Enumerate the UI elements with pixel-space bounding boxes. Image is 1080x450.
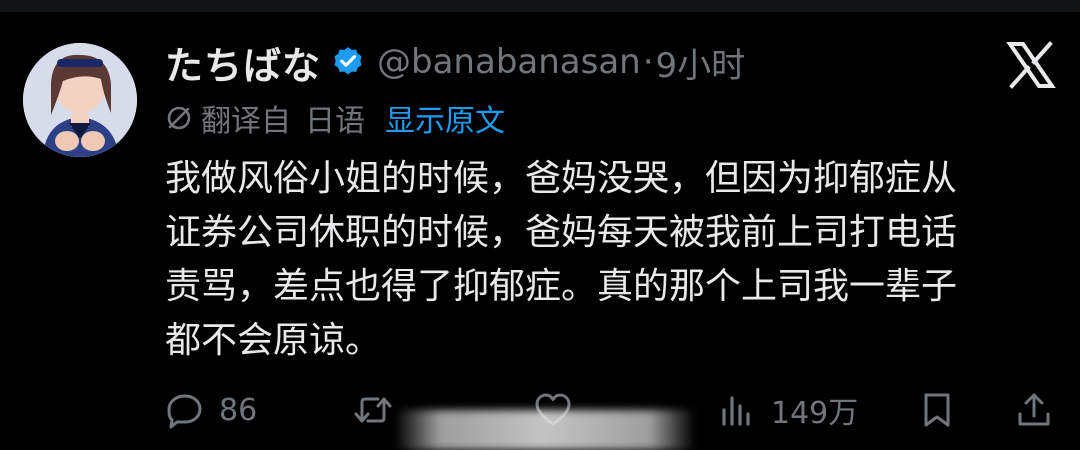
verified-badge-icon [334,47,362,75]
tweet-body-line: 责骂，差点也得了抑郁症。真的那个上司我一辈子 [165,266,958,307]
redaction-blur [395,410,695,450]
show-original-link[interactable]: 显示原文 [385,96,505,140]
tweet-body: 我做风俗小姐的时候，爸妈没哭，但因为抑郁症从 证券公司休职的时候，爸妈每天被我前… [165,152,1060,368]
view-count: 149万 [771,396,859,431]
translated-from-label: 翻译自 [201,104,291,139]
reply-button[interactable]: 86 [165,382,257,438]
tweet-body-line: 证券公司休职的时候，爸妈每天被我前上司打电话 [165,212,958,253]
source-language: 日语 [305,104,365,139]
share-button[interactable] [1014,382,1054,438]
share-icon [1018,393,1050,426]
bookmark-button[interactable] [917,382,957,438]
tweet-body-line: 我做风俗小姐的时候，爸妈没哭，但因为抑郁症从 [165,158,958,199]
top-divider [0,0,1080,12]
avatar[interactable] [23,43,137,157]
tweet-card[interactable]: たちばな @banabanasan · 9小时 翻译自 日语 显示原文 我做风俗… [0,12,1080,450]
repost-icon [354,397,392,423]
reply-count: 86 [219,392,258,428]
translate-globe-icon [167,106,191,130]
views-button[interactable]: 149万 [717,382,858,438]
tweet-body-line: 都不会原谅。 [165,320,382,361]
bookmark-icon [924,393,950,427]
reply-icon [167,394,202,429]
translation-bar: 翻译自 日语 显示原文 [165,96,505,140]
x-logo-icon[interactable] [1006,41,1056,89]
views-icon [722,396,750,426]
display-name[interactable]: たちばな [165,35,321,90]
user-handle[interactable]: @banabanasan [377,42,641,82]
post-time[interactable]: 9小时 [656,38,746,87]
tweet-header: たちばな @banabanasan · 9小时 [165,32,745,92]
header-separator: · [642,42,654,82]
